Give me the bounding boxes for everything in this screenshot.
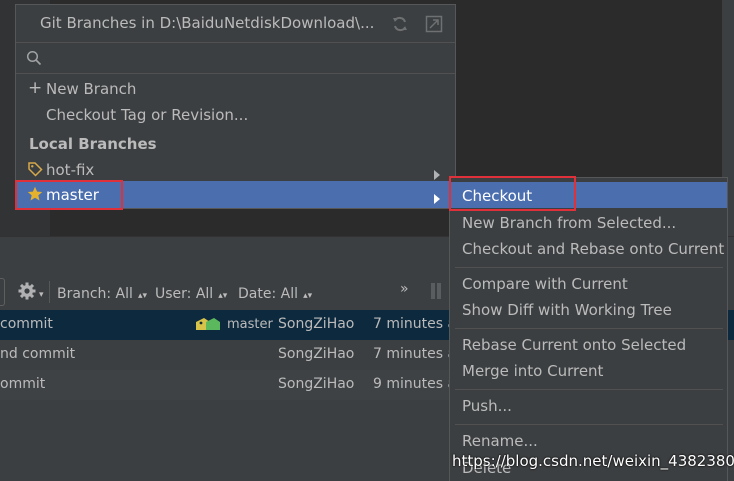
- user-filter-label: User: All: [155, 286, 214, 302]
- checkout-tag-label: Checkout Tag or Revision...: [46, 106, 249, 124]
- branch-actions-submenu: Checkout New Branch from Selected... Che…: [449, 177, 728, 481]
- commit-author: SongZiHao: [278, 316, 355, 332]
- submenu-arrow-icon: [433, 189, 441, 208]
- rebase-current-item[interactable]: Rebase Current onto Selected: [462, 336, 686, 354]
- user-filter-arrows-icon: ▴▾: [218, 291, 228, 301]
- menu-separator: [455, 389, 723, 390]
- refresh-icon[interactable]: [391, 15, 409, 37]
- checkout-tag-item[interactable]: Checkout Tag or Revision...: [16, 102, 455, 128]
- local-branches-header: Local Branches: [29, 135, 157, 153]
- watermark-text: https://blog.csdn.net/weixin_43823808: [452, 452, 734, 470]
- date-filter-label: Date: All: [238, 286, 298, 302]
- date-filter[interactable]: Date: All ▴▾: [238, 283, 312, 302]
- settings-gear-icon[interactable]: [17, 281, 37, 305]
- commit-message: commit: [0, 316, 53, 332]
- branch-search-input[interactable]: [16, 42, 455, 74]
- popup-title: Git Branches in D:\BaiduNetdiskDownload\…: [40, 14, 375, 32]
- show-diff-item[interactable]: Show Diff with Working Tree: [462, 301, 672, 319]
- branch-filter-label: Branch: All: [57, 286, 133, 302]
- push-item[interactable]: Push...: [462, 397, 512, 415]
- checkout-and-rebase-item[interactable]: Checkout and Rebase onto Current: [462, 240, 724, 258]
- rename-item[interactable]: Rename...: [462, 432, 538, 450]
- commit-message: ommit: [0, 376, 46, 392]
- commit-time: 7 minutes a: [373, 316, 457, 332]
- user-filter[interactable]: User: All ▴▾: [155, 283, 227, 302]
- master-highlight-box: [15, 180, 123, 210]
- ref-tags-icon: [195, 317, 225, 337]
- git-branches-popup: Git Branches in D:\BaiduNetdiskDownload\…: [15, 4, 456, 209]
- tag-icon: [27, 161, 43, 181]
- more-filters-icon[interactable]: »: [400, 281, 409, 297]
- branch-filter-arrows-icon: ▴▾: [138, 291, 148, 301]
- commit-time: 9 minutes a: [373, 376, 457, 392]
- search-icon: [26, 50, 42, 70]
- gear-dropdown-icon[interactable]: ▾: [39, 290, 44, 300]
- left-tool-strip: [0, 0, 14, 236]
- expand-popup-icon[interactable]: [425, 15, 443, 37]
- branch-filter[interactable]: Branch: All ▴▾: [57, 283, 147, 302]
- menu-separator: [455, 424, 723, 425]
- new-branch-label: New Branch: [46, 80, 137, 98]
- new-branch-from-selected-item[interactable]: New Branch from Selected...: [462, 214, 676, 232]
- commit-time: 7 minutes a: [373, 346, 457, 362]
- log-toolbar-button-edge[interactable]: [0, 278, 5, 306]
- commit-author: SongZiHao: [278, 376, 355, 392]
- pause-icon[interactable]: [430, 283, 442, 299]
- toolbar-separator: [49, 281, 50, 303]
- branch-ref-label: master: [227, 317, 273, 332]
- new-branch-item[interactable]: + New Branch: [16, 76, 455, 102]
- merge-into-current-item[interactable]: Merge into Current: [462, 362, 603, 380]
- menu-separator: [455, 267, 723, 268]
- compare-with-current-item[interactable]: Compare with Current: [462, 275, 628, 293]
- checkout-highlight-box: [449, 176, 576, 211]
- menu-separator: [455, 328, 723, 329]
- plus-icon: +: [28, 78, 43, 98]
- commit-author: SongZiHao: [278, 346, 355, 362]
- date-filter-arrows-icon: ▴▾: [303, 291, 313, 301]
- branch-item-hot-fix[interactable]: hot-fix: [16, 156, 455, 182]
- branch-label: hot-fix: [46, 161, 95, 179]
- commit-message: nd commit: [0, 346, 76, 362]
